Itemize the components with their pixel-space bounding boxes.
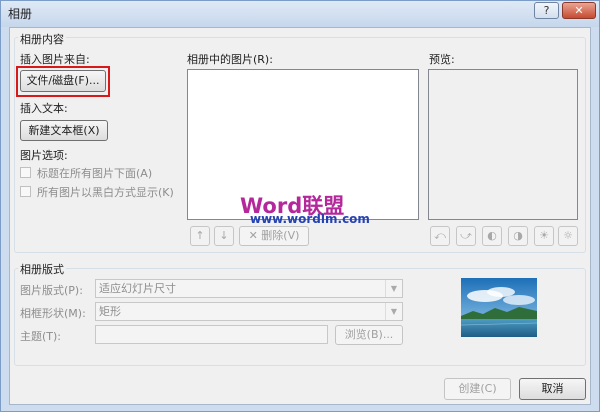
album-layout-group-label: 相册版式 bbox=[18, 261, 66, 277]
caption-below-checkbox[interactable] bbox=[20, 167, 31, 178]
chevron-down-icon: ▼ bbox=[385, 303, 402, 320]
down-arrow-icon[interactable]: ↓ bbox=[214, 226, 234, 246]
picture-layout-select[interactable]: 适应幻灯片尺寸 ▼ bbox=[95, 279, 403, 298]
frame-shape-value: 矩形 bbox=[99, 305, 121, 318]
title-bar: 相册 ? ✕ bbox=[1, 1, 599, 27]
new-textbox-button[interactable]: 新建文本框(X) bbox=[20, 120, 108, 141]
insert-from-label: 插入图片来自: bbox=[20, 53, 90, 66]
caption-below-label: 标题在所有图片下面(A) bbox=[37, 167, 153, 180]
up-arrow-icon[interactable]: ↑ bbox=[190, 226, 210, 246]
window-title: 相册 bbox=[8, 7, 33, 21]
pictures-in-album-label: 相册中的图片(R): bbox=[187, 53, 273, 66]
browse-button[interactable]: 浏览(B)... bbox=[335, 325, 403, 345]
brightness-down-icon[interactable]: ☼ bbox=[558, 226, 578, 246]
contrast-down-icon[interactable]: ◑ bbox=[508, 226, 528, 246]
theme-field[interactable] bbox=[95, 325, 328, 344]
contrast-up-icon[interactable]: ◐ bbox=[482, 226, 502, 246]
close-button[interactable]: ✕ bbox=[562, 2, 596, 19]
brightness-up-icon[interactable]: ☀ bbox=[534, 226, 554, 246]
watermark-url: www.wordlm.com bbox=[250, 212, 370, 226]
dialog-body: 相册内容 插入图片来自: 文件/磁盘(F)... 插入文本: 新建文本框(X) … bbox=[9, 27, 591, 405]
rotate-right-icon[interactable]: ⤻ bbox=[456, 226, 476, 246]
picture-options-label: 图片选项: bbox=[20, 149, 68, 162]
frame-shape-label: 相框形状(M): bbox=[20, 307, 86, 320]
chevron-down-icon: ▼ bbox=[385, 280, 402, 297]
rotate-left-icon[interactable]: ⤺ bbox=[430, 226, 450, 246]
cancel-button[interactable]: 取消 bbox=[519, 378, 586, 400]
preview-pane bbox=[428, 69, 578, 220]
album-content-group-label: 相册内容 bbox=[18, 31, 66, 47]
file-disk-button[interactable]: 文件/磁盘(F)... bbox=[20, 70, 106, 92]
frame-shape-select[interactable]: 矩形 ▼ bbox=[95, 302, 403, 321]
insert-text-label: 插入文本: bbox=[20, 102, 68, 115]
delete-button-label: 删除(V) bbox=[261, 229, 300, 242]
theme-label: 主题(T): bbox=[20, 330, 62, 343]
black-white-label: 所有图片以黑白方式显示(K) bbox=[37, 186, 174, 199]
black-white-checkbox[interactable] bbox=[20, 186, 31, 197]
create-button[interactable]: 创建(C) bbox=[444, 378, 511, 400]
picture-layout-label: 图片版式(P): bbox=[20, 284, 83, 297]
picture-layout-value: 适应幻灯片尺寸 bbox=[99, 282, 176, 295]
delete-x-icon: ✕ bbox=[248, 229, 262, 242]
help-button[interactable]: ? bbox=[534, 2, 559, 19]
photo-album-dialog: 相册 ? ✕ 相册内容 插入图片来自: 文件/磁盘(F)... 插入文本: 新建… bbox=[0, 0, 600, 412]
preview-label: 预览: bbox=[429, 53, 455, 66]
layout-preview-thumbnail bbox=[461, 278, 537, 337]
delete-button[interactable]: ✕ 删除(V) bbox=[239, 226, 309, 246]
